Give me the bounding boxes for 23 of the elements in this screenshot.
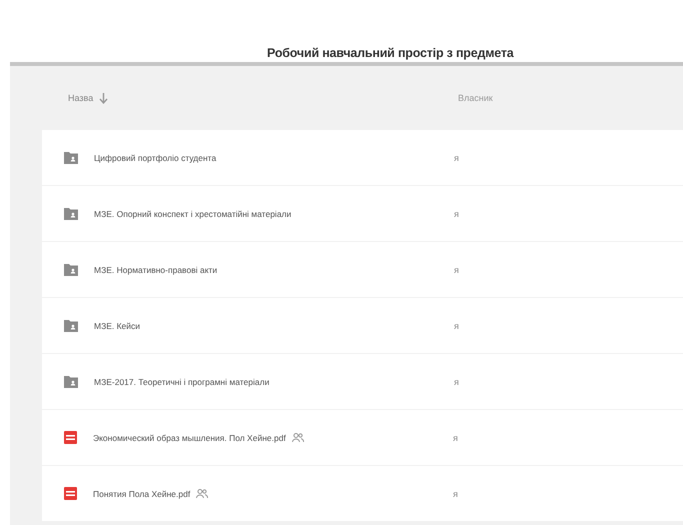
file-name: МЗЕ. Опорний конспект і хрестоматійні матеріали: [94, 208, 292, 218]
file-name: Цифровий портфоліо студента: [94, 152, 216, 162]
file-name: Экономический образ мышления. Пол Хейне.pdf: [93, 432, 286, 442]
file-name: МЗЕ. Нормативно-правові акти: [94, 264, 218, 274]
shared-folder-icon: [64, 376, 78, 388]
owner-cell: я: [454, 152, 459, 162]
owner-cell: я: [454, 264, 459, 274]
shared-folder-icon: [64, 320, 78, 332]
shared-folder-icon: [64, 264, 78, 276]
owner-cell: я: [454, 376, 459, 386]
shared-folder-icon: [64, 152, 78, 164]
shared-folder-icon: [64, 208, 78, 220]
page-title: Робочий навчальний простір з предмета: [267, 46, 514, 62]
owner-cell: я: [453, 432, 458, 442]
pdf-file-icon: [64, 431, 77, 444]
file-name: МЗЕ-2017. Теоретичні і програмні матеріали: [94, 376, 270, 386]
owner-cell: я: [454, 208, 459, 218]
sort-arrow-icon[interactable]: [99, 92, 108, 104]
pdf-file-icon: [64, 487, 77, 500]
file-name: МЗЕ. Кейси: [94, 320, 140, 330]
file-name: Понятия Пола Хейне.pdf: [93, 488, 190, 498]
owner-cell: я: [454, 320, 459, 330]
owner-cell: я: [453, 488, 458, 498]
